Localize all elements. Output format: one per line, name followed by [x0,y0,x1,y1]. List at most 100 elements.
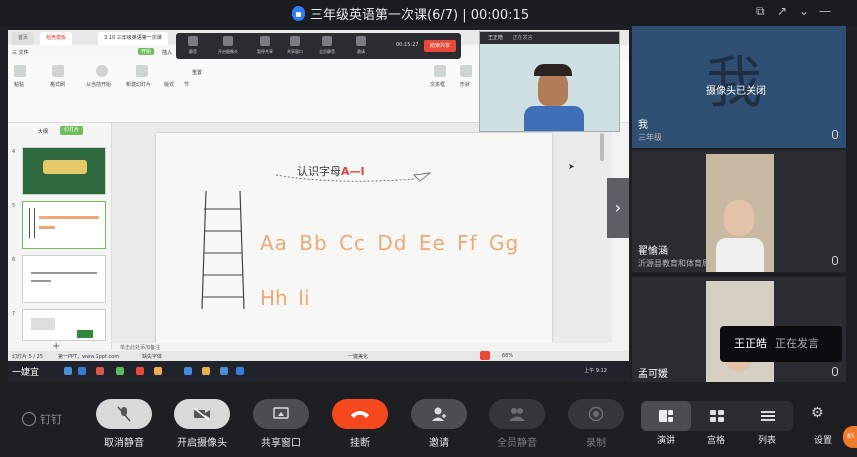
mute-all-icon [322,36,332,46]
picture-in-picture-icon[interactable]: ⧉ [756,4,765,19]
shape-icon[interactable] [460,65,472,77]
thumb-letters [39,216,99,219]
play-slideshow-icon[interactable] [480,351,490,360]
hang-up-button[interactable]: 挂断 [331,399,389,449]
wps-status-bar: 幻灯片 5 / 25 第一PPT，www.1ppt.com 缺失字体 一键美化 … [8,351,629,361]
wps-tab-docer[interactable]: 稻壳模板 [40,32,73,45]
sidebar-tab-slides[interactable]: 幻灯片 [60,126,84,135]
taskbar-app-icon[interactable] [136,367,144,375]
brand-name: 钉钉 [40,413,62,426]
taskbar-app-icon[interactable] [116,367,124,375]
mb-share-window[interactable]: 共享窗口 [280,36,310,55]
mb-mute-all[interactable]: 全员静音 [312,36,342,55]
status-zoom[interactable]: 68% [502,353,513,359]
slide-thumbnail-selected[interactable] [22,201,106,249]
current-slide[interactable]: 认识字母A—I Aa Bb Cc Dd Ee Ff Gg Hh Ii [156,133,552,357]
participant-video [706,154,774,272]
sidebar-tab-outline[interactable]: 大纲 [38,128,48,135]
mb-invite[interactable]: 邀请 [346,36,376,55]
camera-off-text: 摄像头已关闭 [706,86,766,97]
add-user-icon [432,407,446,421]
menu-file[interactable]: 三 文件 [12,49,29,56]
mb-camera[interactable]: 开启摄像头 [208,36,248,55]
menu-insert[interactable]: 插入 [162,49,172,56]
ladder-illustration [201,190,245,310]
mic-icon [832,256,838,265]
start-camera-button[interactable]: 开启摄像头 [173,399,231,449]
grid-view-icon [710,410,724,422]
status-beautify[interactable]: 一键美化 [348,353,368,360]
gear-icon[interactable]: ⚙ [811,405,824,421]
share-window-label: 共享窗口 [261,438,301,449]
student-shirt [524,106,584,131]
thumb-banner [43,160,87,174]
participant-face [724,200,754,236]
mb-mute[interactable]: 静音 [178,36,208,55]
view-list-button[interactable] [743,401,793,431]
textbox-icon[interactable] [434,65,446,77]
meeting-toolbar: 钉钉 取消静音 开启摄像头 共享窗口 挂断 邀请 全员静音 录制 演讲 宫格 列… [0,389,857,457]
start-camera-label: 开启摄像头 [177,438,227,449]
view-speaker-button[interactable] [641,401,691,431]
new-slide-icon[interactable] [136,65,148,77]
notification-badge[interactable]: 85 [843,426,857,448]
invite-icon [356,36,366,46]
speaking-toast: 王正皓 正在发言 [720,326,842,362]
taskbar-app-icon[interactable] [184,367,192,375]
menu-start[interactable]: 开始 [138,48,155,55]
dingtalk-meeting-window: 三年级英语第一次课(6/7) | 00:00:15 ⧉ ↗ ⌄ — 首页 稻壳模… [0,0,857,457]
pause-icon [260,36,270,46]
ribbon-layout: 版式 [164,82,175,88]
view-grid-button[interactable] [692,401,742,431]
slide-thumbnail[interactable] [22,255,106,303]
mb-end-share-button[interactable]: 结束共享 [424,40,456,52]
view-mode-group [641,401,793,431]
speaker-video-overlay[interactable]: 王正皓 正在发言 [479,31,620,132]
share-icon [290,36,300,46]
next-slide-arrow[interactable]: › [607,178,629,238]
canvas-scrollbar[interactable] [600,133,604,161]
wps-tab-home[interactable]: 首页 [12,32,35,45]
paste-icon[interactable] [14,65,26,77]
taskbar-app-icon[interactable] [154,367,162,375]
ribbon-section: 节 [184,82,190,88]
invite-button[interactable]: 邀请 [410,399,468,449]
dingtalk-brand: 钉钉 [22,411,62,427]
mb-share-label: 共享窗口 [287,49,303,54]
wps-tab-document[interactable]: 3.10 三年级英语第一次课 [98,32,168,45]
record-button[interactable]: 录制 [567,399,625,449]
slide-thumbnail[interactable] [22,309,106,341]
taskbar-app-icon[interactable] [64,367,72,375]
taskbar-app-icon[interactable] [96,367,104,375]
mb-pause-share[interactable]: 暂停共享 [250,36,280,55]
format-painter-icon[interactable] [52,65,64,77]
slide-thumbnail[interactable] [22,147,106,195]
taskbar-app-icon[interactable] [220,367,228,375]
camera-off-icon [193,407,210,421]
share-window-button[interactable]: 共享窗口 [252,399,310,449]
meeting-title: 三年级英语第一次课(6/7) | 00:00:15 [292,4,529,23]
mute-all-button[interactable]: 全员静音 [488,399,546,449]
taskbar-app-icon[interactable] [78,367,86,375]
list-view-icon [761,411,775,421]
taskbar-app-icon[interactable] [202,367,210,375]
taskbar-app-icon[interactable] [236,367,244,375]
thumb-ladder [29,208,35,238]
popout-icon[interactable]: ↗ [777,4,787,18]
slide-letters-row2: Hh Ii [260,286,310,310]
play-icon[interactable] [96,65,108,77]
status-theme: 第一PPT，www.1ppt.com [58,354,120,360]
title-bar: 三年级英语第一次课(6/7) | 00:00:15 ⧉ ↗ ⌄ — [0,0,857,26]
participant-tile[interactable]: 翟愉涵 沂源县教育和体育局 [632,150,846,272]
invite-circle [411,399,467,429]
participant-org: 沂源县教育和体育局 [638,259,710,268]
status-missing-font[interactable]: 缺失字体 [142,353,162,360]
unmute-button[interactable]: 取消静音 [95,399,153,449]
meeting-title-text: 三年级英语第一次课(6/7) | 00:00:15 [310,8,530,23]
minimize-icon[interactable]: — [819,4,831,18]
chevron-down-icon[interactable]: ⌄ [799,4,809,18]
taskbar-clock: 上午 9:12 [584,368,607,374]
slide-number: 4 [12,149,16,155]
participant-tile-me[interactable]: 我 摄像头已关闭 我 三年级 [632,26,846,148]
mb-camera-label: 开启摄像头 [218,49,238,54]
